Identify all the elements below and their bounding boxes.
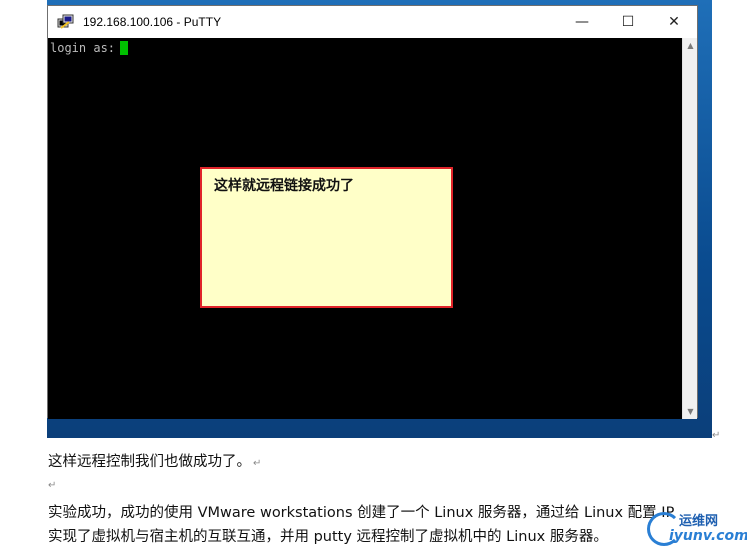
- window-title: 192.168.100.106 - PuTTY: [83, 15, 222, 29]
- vertical-scrollbar[interactable]: ▲ ▼: [682, 38, 697, 419]
- doc-paragraph-1: 这样远程控制我们也做成功了。 ↵: [48, 450, 261, 471]
- doc-text-line-2: 实验成功，成功的使用 VMware workstations 创建了一个 Lin…: [48, 505, 675, 521]
- doc-text-line-3: 实现了虚拟机与宿主机的互联互通，并用 putty 远程控制了虚拟机中的 Linu…: [48, 529, 608, 545]
- annotation-box: 这样就远程链接成功了: [200, 167, 453, 308]
- maximize-button[interactable]: ☐: [605, 6, 651, 38]
- watermark-logo: 运维网 iyunv.com: [647, 508, 747, 548]
- scroll-down-arrow-icon[interactable]: ▼: [683, 404, 698, 419]
- terminal-cursor: [120, 41, 129, 55]
- watermark-bottom-text: iyunv.com: [669, 528, 747, 544]
- screenshot-image: 192.168.100.106 - PuTTY — ☐ ✕ login as: …: [47, 0, 712, 438]
- watermark-top-text: 运维网: [679, 514, 719, 529]
- scroll-up-arrow-icon[interactable]: ▲: [683, 38, 698, 53]
- paragraph-mark-icon: ↵: [253, 458, 262, 469]
- window-controls: — ☐ ✕: [559, 6, 697, 38]
- doc-paragraph-2-line-2: 实现了虚拟机与宿主机的互联互通，并用 putty 远程控制了虚拟机中的 Linu…: [48, 525, 608, 546]
- paragraph-mark-icon: ↵: [48, 480, 57, 491]
- close-button[interactable]: ✕: [651, 6, 697, 38]
- title-bar[interactable]: 192.168.100.106 - PuTTY — ☐ ✕: [48, 6, 697, 38]
- document-page: 192.168.100.106 - PuTTY — ☐ ✕ login as: …: [0, 0, 747, 551]
- putty-app-icon[interactable]: [57, 13, 75, 31]
- login-prompt: login as:: [50, 41, 116, 55]
- minimize-button[interactable]: —: [559, 6, 605, 38]
- doc-text-line-1: 这样远程控制我们也做成功了。: [48, 454, 251, 470]
- annotation-text: 这样就远程链接成功了: [214, 178, 354, 194]
- paragraph-mark-icon: ↵: [712, 430, 721, 441]
- doc-paragraph-2-line-1: 实验成功，成功的使用 VMware workstations 创建了一个 Lin…: [48, 501, 674, 522]
